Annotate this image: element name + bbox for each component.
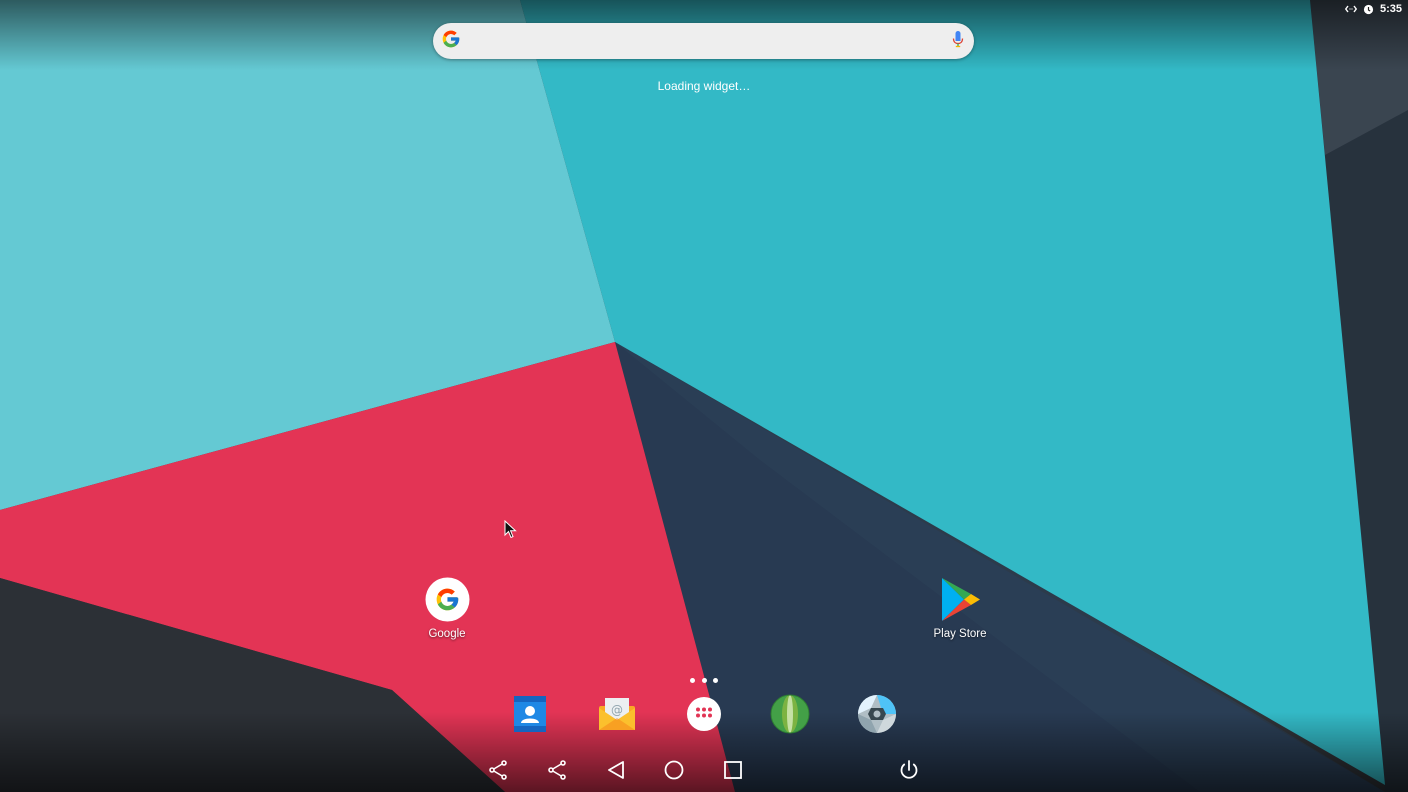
share-alt-icon [548,760,566,780]
share-button[interactable] [486,758,510,782]
alarm-icon [1363,4,1374,15]
back-button[interactable] [604,758,628,782]
play-store-icon [941,578,980,621]
contacts-app[interactable] [510,694,550,734]
wallpaper [0,0,1408,792]
page-dot [701,677,707,683]
recents-icon [724,761,742,779]
contacts-icon [514,696,546,732]
page-dot [690,677,695,683]
google-search-bar[interactable] [433,23,974,59]
back-icon [608,761,624,779]
play-store-label: Play Store [933,628,987,640]
share-icon [489,760,507,780]
share-alt-button[interactable] [545,758,569,782]
google-app-label: Google [428,628,466,640]
browser-icon [770,694,810,734]
recents-button[interactable] [721,758,745,782]
power-button[interactable] [897,758,921,782]
microphone-icon[interactable] [952,30,964,53]
power-icon [900,760,918,779]
camera-app[interactable] [857,694,897,734]
page-dot [713,677,718,683]
app-drawer-button[interactable] [684,694,724,734]
svg-text:@: @ [611,703,623,717]
page-indicator[interactable] [690,676,718,684]
email-app[interactable]: @ [597,694,637,734]
widget-loading-text: Loading widget… [657,79,751,93]
status-bar: 5:35 [1344,0,1408,18]
clock-time: 5:35 [1379,3,1402,15]
email-icon: @ [599,698,635,730]
google-app-icon [425,577,469,622]
code-arrows-icon [1344,4,1357,14]
camera-icon [858,695,896,733]
home-icon [664,760,684,780]
google-app-shortcut[interactable]: Google [402,577,492,640]
google-g-icon [441,29,461,54]
browser-app[interactable] [770,694,810,734]
play-store-shortcut[interactable]: Play Store [915,577,1005,640]
search-input[interactable] [461,25,952,57]
home-button[interactable] [662,758,686,782]
app-drawer-icon [687,697,721,731]
android-home-screen: 5:35 Loading widget… Google Play Store @ [0,0,1408,792]
